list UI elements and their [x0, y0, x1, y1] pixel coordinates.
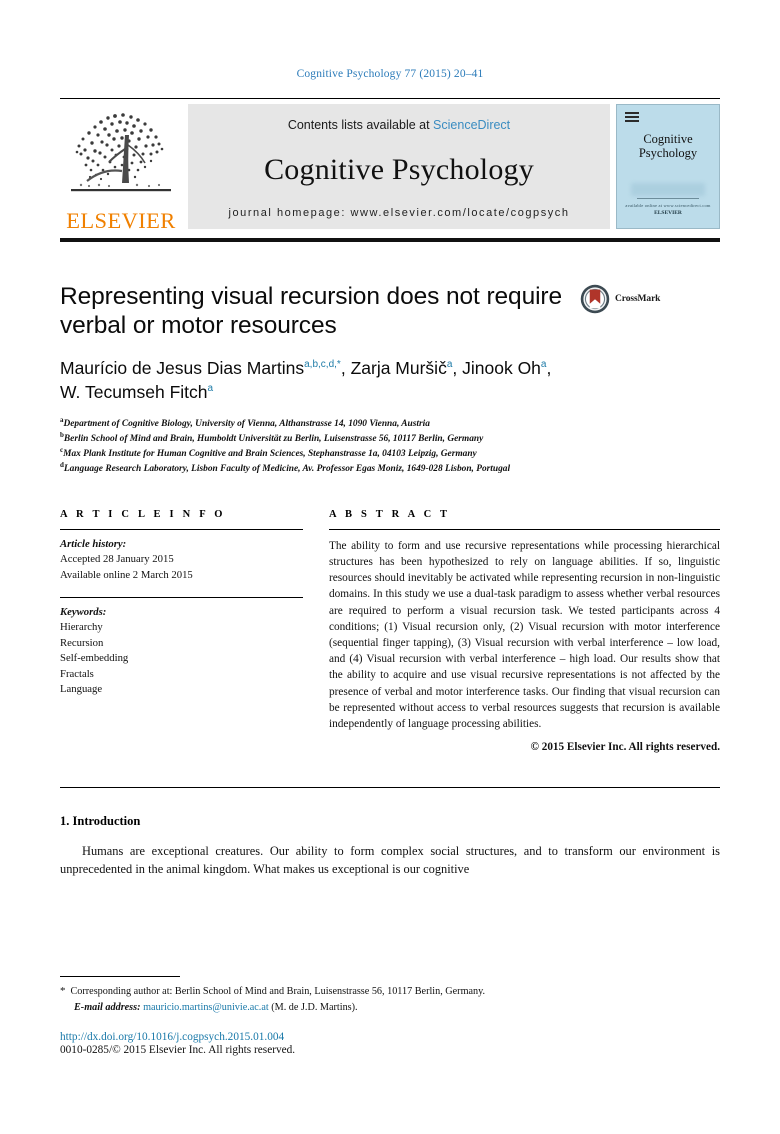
affiliation-item: dLanguage Research Laboratory, Lisbon Fa…: [60, 461, 720, 477]
crossmark-icon: [580, 284, 610, 314]
article-history-label: Article history:: [60, 537, 127, 550]
author-list: Maurício de Jesus Dias Martinsa,b,c,d,*,…: [60, 357, 660, 405]
abstract-column: A B S T R A C T The ability to form and …: [329, 509, 720, 753]
doi-link[interactable]: http://dx.doi.org/10.1016/j.cogpsych.201…: [60, 1031, 720, 1043]
keyword-item: Recursion: [60, 636, 104, 649]
body-paragraph: Humans are exceptional creatures. Our ab…: [60, 844, 720, 876]
title-line-1: Representing visual recursion does not r…: [60, 283, 563, 310]
affiliation-text: Department of Cognitive Biology, Univers…: [63, 419, 430, 430]
cover-title-line1: Cognitive: [643, 132, 693, 146]
keywords-group: Keywords: Hierarchy Recursion Self-embed…: [60, 605, 303, 697]
author-item: Zarja Muršiča,: [351, 358, 463, 378]
cover-title-line2: Psychology: [638, 146, 698, 161]
body-top-rule: [60, 787, 720, 789]
cover-elsevier-mark-icon: [625, 112, 639, 123]
email-owner-text: (M. de J.D. Martins).: [271, 1001, 358, 1013]
cover-title: Cognitive Psychology: [639, 132, 697, 161]
affiliation-item: bBerlin School of Mind and Brain, Humbol…: [60, 432, 720, 447]
author-item: W. Tecumseh Fitcha: [60, 382, 213, 402]
author-name: W. Tecumseh Fitch: [60, 381, 208, 402]
paper-page: Cognitive Psychology 77 (2015) 20–41 ELS…: [0, 0, 780, 1134]
author-name: Jinook Oh: [462, 357, 541, 378]
author-affiliation-marks[interactable]: a,b,c,d,*: [304, 359, 341, 370]
affiliation-item: aDepartment of Cognitive Biology, Univer…: [60, 417, 720, 432]
affiliation-list: aDepartment of Cognitive Biology, Univer…: [60, 417, 720, 476]
section-heading-introduction: 1. Introduction: [60, 814, 141, 829]
corresponding-author-note: * Corresponding author at: Berlin School …: [60, 983, 720, 1015]
article-info-heading: A R T I C L E I N F O: [60, 508, 226, 520]
author-name: Maurício de Jesus Dias Martins: [60, 357, 305, 378]
keywords-divider: [60, 597, 303, 599]
page-footer: * Corresponding author at: Berlin School …: [60, 976, 720, 1056]
article-info-divider: [60, 528, 303, 530]
journal-homepage-link[interactable]: journal homepage: www.elsevier.com/locat…: [228, 207, 569, 219]
journal-cover-thumbnail[interactable]: Cognitive Psychology available online at…: [616, 104, 720, 229]
issn-copyright-line: 0010-0285/© 2015 Elsevier Inc. All right…: [60, 1044, 296, 1056]
crossmark-label: CrossMark: [615, 294, 661, 304]
article-history-accepted: Accepted 28 January 2015: [60, 553, 174, 566]
sciencedirect-link[interactable]: ScienceDirect: [433, 118, 510, 132]
affiliation-text: Language Research Laboratory, Lisbon Fac…: [63, 463, 511, 474]
affiliation-item: cMax Plank Institute for Human Cognitive…: [60, 446, 720, 462]
affiliation-text: Max Plank Institute for Human Cognitive …: [63, 449, 477, 460]
cover-divider: [637, 198, 699, 199]
email-address-label: E-mail address:: [74, 1001, 141, 1013]
author-sep: ,: [340, 357, 351, 378]
crossmark-badge[interactable]: CrossMark: [580, 284, 660, 314]
elsevier-logo: ELSEVIER: [60, 99, 182, 234]
abstract-copyright: © 2015 Elsevier Inc. All rights reserved…: [530, 741, 720, 754]
info-abstract-columns: A R T I C L E I N F O Article history: A…: [60, 509, 720, 753]
author-name: Zarja Muršič: [350, 357, 447, 378]
footnote-rule: [60, 976, 180, 978]
author-item: Maurício de Jesus Dias Martinsa,b,c,d,*,: [60, 358, 351, 378]
corresponding-author-text: Corresponding author at: Berlin School o…: [70, 986, 486, 998]
title-line-2: verbal or motor resources: [60, 312, 337, 340]
cover-blurred-text: [631, 182, 705, 196]
author-sep: ,: [546, 357, 552, 378]
cover-footer-publisher: ELSEVIER: [654, 210, 682, 216]
abstract-heading: A B S T R A C T: [329, 508, 451, 520]
footnote-star-icon: *: [60, 985, 66, 998]
author-item: Jinook Oha,: [462, 358, 551, 378]
affiliation-text: Berlin School of Mind and Brain, Humbold…: [63, 434, 484, 445]
article-info-column: A R T I C L E I N F O Article history: A…: [60, 509, 303, 753]
masthead-center-panel: Contents lists available at ScienceDirec…: [188, 104, 610, 229]
author-affiliation-marks[interactable]: a: [208, 383, 214, 394]
masthead-bottom-rule: [60, 238, 720, 242]
keyword-item: Language: [60, 683, 103, 696]
keyword-item: Self-embedding: [60, 652, 129, 665]
elsevier-wordmark: ELSEVIER: [66, 207, 176, 233]
keywords-label: Keywords:: [60, 606, 107, 619]
cover-footer: available online at www.sciencedirect.co…: [617, 198, 719, 216]
page-title: Representing visual recursion does not r…: [60, 282, 580, 341]
abstract-text: The ability to form and use recursive re…: [329, 539, 720, 731]
abstract-divider: [329, 528, 720, 530]
author-sep: ,: [452, 357, 463, 378]
journal-title: Cognitive Psychology: [264, 152, 534, 186]
email-link[interactable]: mauricio.martins@univie.ac.at: [143, 1002, 269, 1013]
article-history-online: Available online 2 March 2015: [60, 568, 193, 581]
title-block: Representing visual recursion does not r…: [60, 282, 720, 341]
contents-available-line: Contents lists available at ScienceDirec…: [288, 118, 510, 132]
article-history-group: Article history: Accepted 28 January 201…: [60, 537, 303, 583]
keyword-item: Fractals: [60, 667, 94, 680]
journal-masthead: ELSEVIER Contents lists available at Sci…: [60, 98, 720, 234]
cover-footer-tiny-text: available online at www.sciencedirect.co…: [625, 203, 711, 208]
keyword-item: Hierarchy: [60, 621, 103, 634]
contents-prefix-text: Contents lists available at: [287, 118, 434, 132]
elsevier-tree-icon: [71, 112, 171, 191]
running-head: Cognitive Psychology 77 (2015) 20–41: [296, 68, 484, 80]
